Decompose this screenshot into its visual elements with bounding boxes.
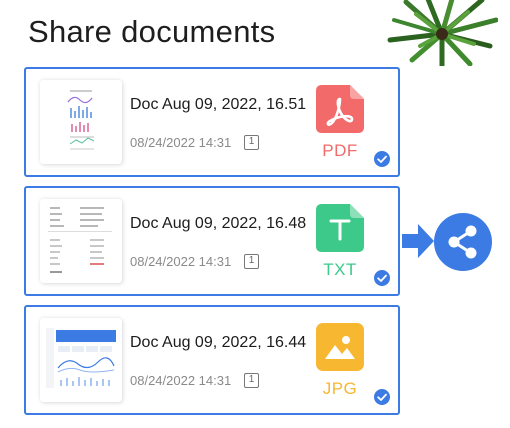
file-type-label: PDF xyxy=(322,141,358,160)
document-thumbnail xyxy=(40,199,122,283)
page-count-badge: 1 xyxy=(244,373,259,388)
file-type-label: JPG xyxy=(322,379,358,398)
page-count-badge: 1 xyxy=(244,254,259,269)
page-count-badge: 1 xyxy=(244,135,259,150)
page-title: Share documents xyxy=(28,14,276,49)
share-button[interactable] xyxy=(434,213,492,271)
document-card[interactable]: Doc Aug 09, 2022, 16.48 08/24/2022 14:31… xyxy=(24,186,400,296)
share-icon xyxy=(448,225,477,259)
document-thumbnail xyxy=(40,318,122,402)
document-name: Doc Aug 09, 2022, 16.44 xyxy=(130,334,307,351)
document-card[interactable]: Doc Aug 09, 2022, 16.51 08/24/2022 14:31… xyxy=(24,67,400,177)
checkmark-icon[interactable] xyxy=(374,389,390,405)
document-name: Doc Aug 09, 2022, 16.48 xyxy=(130,215,307,232)
checkmark-icon[interactable] xyxy=(374,151,390,167)
checkmark-icon[interactable] xyxy=(374,270,390,286)
pdf-file-icon xyxy=(316,85,364,133)
arrow-right-icon xyxy=(402,224,434,258)
document-date: 08/24/2022 14:31 xyxy=(130,135,232,150)
document-card[interactable]: Doc Aug 09, 2022, 16.44 08/24/2022 14:31… xyxy=(24,305,400,415)
txt-file-icon xyxy=(316,204,364,252)
plant-icon xyxy=(387,0,498,66)
document-date: 08/24/2022 14:31 xyxy=(130,373,232,388)
jpg-file-icon xyxy=(316,323,364,371)
file-type-label: TXT xyxy=(323,260,357,279)
document-date: 08/24/2022 14:31 xyxy=(130,254,232,269)
document-name: Doc Aug 09, 2022, 16.51 xyxy=(130,96,307,113)
document-thumbnail xyxy=(40,80,122,164)
